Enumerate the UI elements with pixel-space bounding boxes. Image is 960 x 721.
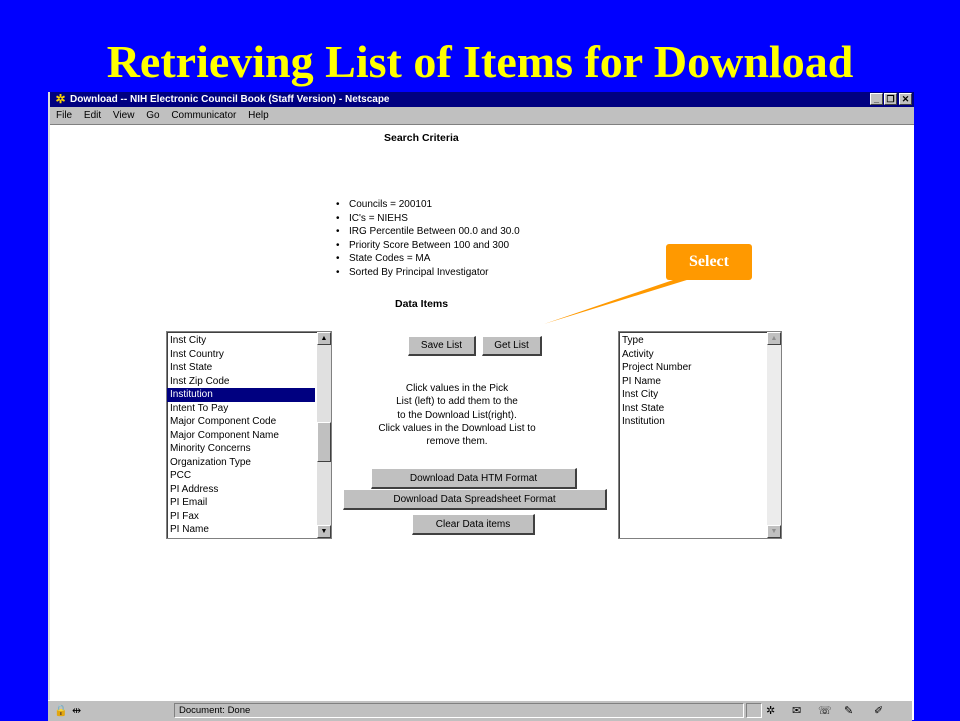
mail-icon[interactable]: ✉ [792,704,801,718]
status-bar: 🔒 ⇹ Document: Done ✲ ✉ ☏ ✎ ✐ [48,700,912,721]
progress-cell [746,703,762,718]
select-callout: Select [666,244,752,280]
status-text: Document: Done [174,703,744,718]
dial-icon[interactable]: ✐ [874,704,883,718]
discussion-icon[interactable]: ☏ [818,704,832,718]
composer-icon[interactable]: ✎ [844,704,853,718]
callout-pointer [544,279,690,324]
network-icon: ⇹ [72,705,82,717]
navigator-icon[interactable]: ✲ [766,704,775,718]
lock-icon: 🔒 [54,705,68,717]
